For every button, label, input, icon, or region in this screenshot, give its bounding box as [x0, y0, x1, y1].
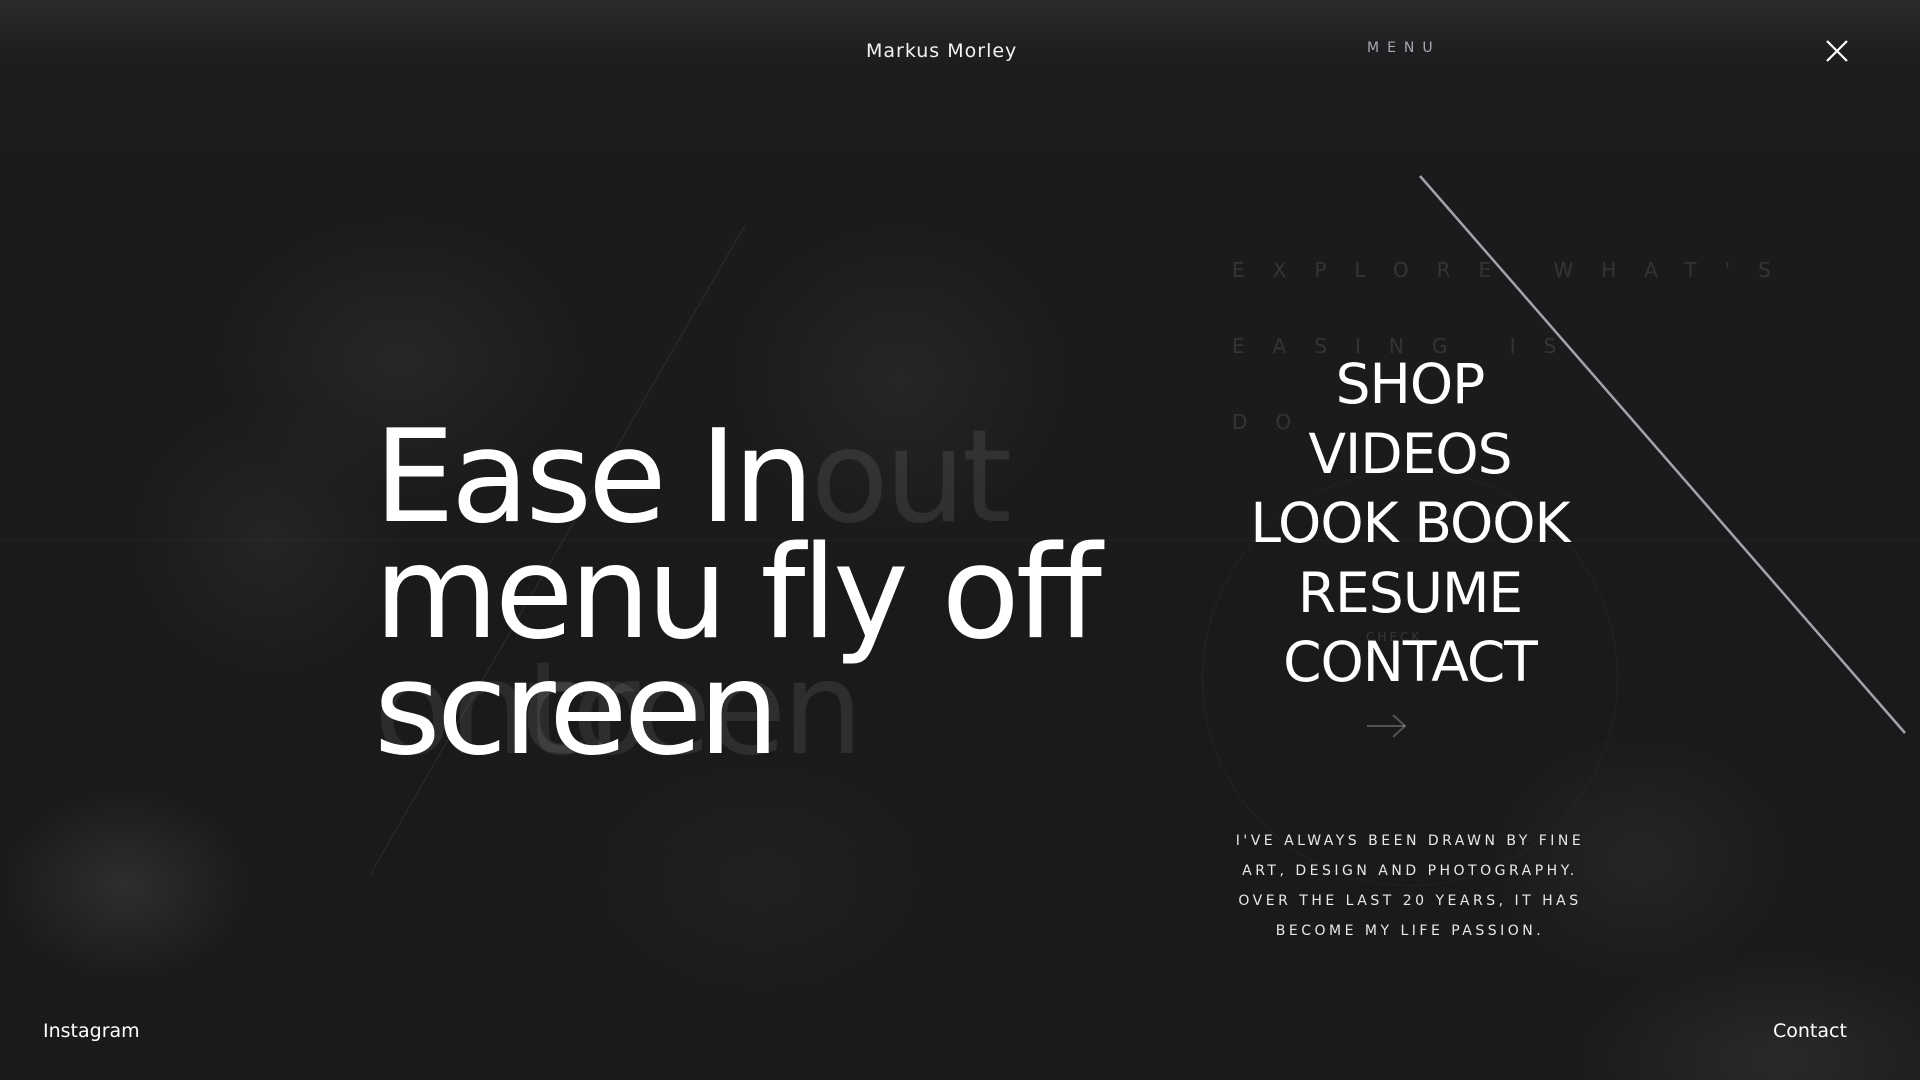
menu-item-contact[interactable]: CONTACT — [1180, 628, 1640, 698]
menu-overlay-page: Markus Morley MENU EXPLORE WHAT'S EASING… — [0, 0, 1920, 1080]
menu-label: MENU — [1367, 40, 1441, 56]
bio-line: I'VE ALWAYS BEEN DRAWN BY FINE — [1235, 833, 1585, 849]
brand-name[interactable]: Markus Morley — [866, 40, 1017, 62]
instagram-link[interactable]: Instagram — [43, 1020, 140, 1042]
headline-text: screen — [374, 635, 779, 784]
bio-line: BECOME MY LIFE PASSION. — [1275, 923, 1545, 939]
bio-line: OVER THE LAST 20 YEARS, IT HAS — [1238, 893, 1582, 909]
arrow-right-icon — [1367, 714, 1407, 738]
contact-link[interactable]: Contact — [1773, 1020, 1847, 1042]
menu-item-shop[interactable]: SHOP — [1180, 350, 1640, 420]
bio-line: ART, DESIGN AND PHOTOGRAPHY. — [1242, 863, 1578, 879]
nav-menu: SHOP VIDEOS LOOK BOOK RESUME CONTACT — [1180, 350, 1640, 698]
ghost-explore-line: EXPLORE WHAT'S — [1232, 258, 1799, 282]
headline-line-3: onto screencreen — [374, 646, 1134, 774]
close-menu-button[interactable] — [1820, 34, 1854, 68]
menu-item-look-book[interactable]: LOOK BOOK — [1180, 489, 1640, 559]
bio-paragraph: I'VE ALWAYS BEEN DRAWN BY FINE ART, DESI… — [1200, 826, 1620, 946]
menu-item-videos[interactable]: VIDEOS — [1180, 420, 1640, 490]
close-icon — [1826, 40, 1848, 62]
headline: Ease Inout menu fly off onto screencreen — [374, 414, 1134, 774]
menu-item-resume[interactable]: RESUME — [1180, 559, 1640, 629]
